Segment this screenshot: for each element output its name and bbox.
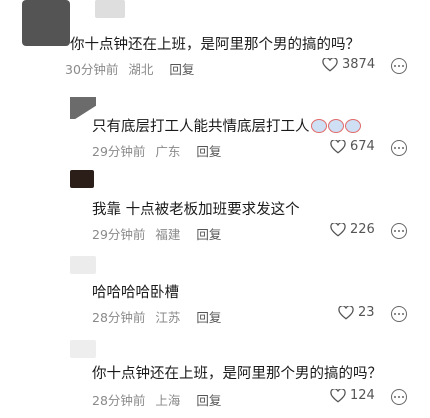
like-button[interactable]: 23: [338, 305, 375, 320]
comment-meta: 30分钟前 湖北 回复: [65, 59, 200, 78]
comment-meta: 29分钟前 广东 回复: [92, 141, 227, 160]
comment-meta: 28分钟前 上海 回复: [92, 390, 227, 409]
like-button[interactable]: 124: [330, 388, 375, 403]
avatar[interactable]: [22, 0, 70, 46]
comment-location: 湖北: [128, 62, 154, 77]
more-icon[interactable]: [391, 389, 407, 405]
like-button[interactable]: 226: [330, 222, 375, 237]
more-icon[interactable]: [391, 58, 407, 74]
heart-icon: [330, 388, 346, 403]
like-count: 23: [358, 305, 375, 320]
comment-location: 上海: [155, 393, 181, 408]
emoji-icon: [310, 119, 327, 133]
comment-time: 28分钟前: [92, 310, 146, 325]
comment-meta: 29分钟前 福建 回复: [92, 224, 227, 243]
emoji-icon: [327, 119, 344, 133]
heart-icon: [338, 305, 354, 320]
comment-text: 你十点钟还在上班，是阿里那个男的搞的吗？: [92, 366, 382, 382]
comment-location: 福建: [155, 227, 181, 242]
reply-button[interactable]: 回复: [196, 144, 221, 159]
comment-time: 30分钟前: [65, 62, 119, 77]
emoji-icon: [344, 119, 361, 133]
like-count: 674: [350, 139, 375, 154]
comment-text: 哈哈哈哈卧槽: [92, 285, 179, 301]
comment-text: 只有底层打工人能共情底层打工人: [92, 115, 361, 136]
avatar[interactable]: [95, 0, 125, 18]
like-count: 124: [350, 388, 375, 403]
reply-button[interactable]: 回复: [196, 227, 221, 242]
avatar[interactable]: [70, 256, 96, 274]
heart-icon: [330, 139, 346, 154]
reply-button[interactable]: 回复: [169, 62, 194, 77]
comment-location: 广东: [155, 144, 181, 159]
more-icon[interactable]: [391, 140, 407, 156]
avatar[interactable]: [70, 340, 96, 358]
comment-time: 29分钟前: [92, 144, 146, 159]
comment-time: 28分钟前: [92, 393, 146, 408]
like-button[interactable]: 3874: [322, 57, 375, 72]
heart-icon: [322, 57, 338, 72]
comment-text: 我靠 十点被老板加班要求发这个: [92, 202, 300, 218]
like-button[interactable]: 674: [330, 139, 375, 154]
heart-icon: [330, 222, 346, 237]
reply-button[interactable]: 回复: [196, 393, 221, 408]
comment-location: 江苏: [155, 310, 181, 325]
reply-button[interactable]: 回复: [196, 310, 221, 325]
comment-time: 29分钟前: [92, 227, 146, 242]
like-count: 3874: [342, 57, 376, 72]
like-count: 226: [350, 222, 375, 237]
comment-meta: 28分钟前 江苏 回复: [92, 307, 227, 326]
more-icon[interactable]: [391, 306, 407, 322]
more-icon[interactable]: [391, 223, 407, 239]
comment-text: 你十点钟还在上班，是阿里那个男的搞的吗？: [70, 37, 360, 53]
avatar[interactable]: [70, 170, 94, 188]
comment-text-content: 只有底层打工人能共情底层打工人: [92, 119, 310, 135]
comment-list: 你十点钟还在上班，是阿里那个男的搞的吗？ 30分钟前 湖北 回复 3874 只有…: [0, 0, 430, 418]
